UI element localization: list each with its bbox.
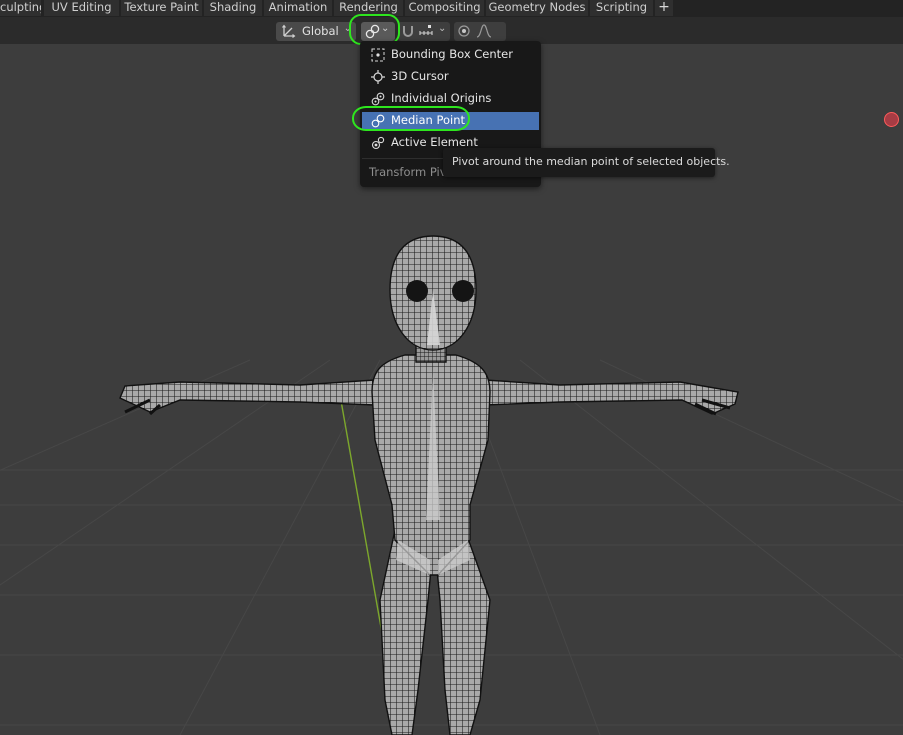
plus-icon: + bbox=[658, 0, 670, 15]
snap-increment-icon[interactable] bbox=[418, 23, 434, 39]
snapping-controls: ⌄ bbox=[398, 22, 450, 41]
3d-cursor-icon bbox=[371, 70, 385, 84]
menu-item-label: Active Element bbox=[391, 135, 478, 149]
tab-animation[interactable]: Animation bbox=[264, 0, 332, 16]
transform-orientation-dropdown[interactable]: Global ⌄ bbox=[276, 22, 356, 41]
right-eye bbox=[452, 280, 474, 302]
add-workspace-button[interactable]: + bbox=[655, 0, 673, 16]
tab-shading[interactable]: Shading bbox=[204, 0, 262, 16]
orientation-label: Global bbox=[302, 24, 339, 38]
snap-toggle-icon[interactable] bbox=[400, 23, 416, 39]
menu-item-label: Bounding Box Center bbox=[391, 47, 513, 61]
tab-label: Texture Paint bbox=[124, 0, 199, 14]
tab-scripting[interactable]: Scripting bbox=[590, 0, 653, 16]
proportional-edit-icon[interactable] bbox=[456, 23, 472, 39]
proportional-editing-controls bbox=[454, 22, 506, 41]
falloff-curve-icon[interactable] bbox=[476, 23, 492, 39]
tab-texture-paint[interactable]: Texture Paint bbox=[121, 0, 202, 16]
bounding-box-center-icon bbox=[371, 48, 385, 62]
navigation-gizmo-y-icon[interactable] bbox=[884, 112, 899, 127]
menu-item-label: Individual Origins bbox=[391, 91, 492, 105]
tooltip-text: Pivot around the median point of selecte… bbox=[452, 155, 730, 168]
tab-label: Animation bbox=[268, 0, 328, 14]
tab-label: Shading bbox=[209, 0, 257, 14]
tooltip: Pivot around the median point of selecte… bbox=[443, 148, 730, 177]
tab-label: Geometry Nodes bbox=[488, 0, 586, 14]
viewport-header: Global ⌄ ⌄ ⌄ bbox=[0, 17, 903, 44]
tab-uv-editing[interactable]: UV Editing bbox=[44, 0, 119, 16]
tab-geometry-nodes[interactable]: Geometry Nodes bbox=[486, 0, 588, 16]
tab-label: Compositing bbox=[408, 0, 481, 14]
active-element-icon bbox=[371, 136, 385, 150]
menu-item-label: 3D Cursor bbox=[391, 69, 449, 83]
menu-item-3d-cursor[interactable]: 3D Cursor bbox=[362, 68, 539, 86]
menu-item-bounding-box-center[interactable]: Bounding Box Center bbox=[362, 46, 539, 64]
transform-orientation-icon bbox=[282, 24, 296, 38]
individual-origins-icon bbox=[371, 92, 385, 106]
tab-label: Scripting bbox=[595, 0, 648, 14]
tab-label: UV Editing bbox=[51, 0, 112, 14]
tab-compositing[interactable]: Compositing bbox=[405, 0, 484, 16]
annotation-highlight-median-point bbox=[352, 106, 470, 131]
tab-label: culpting bbox=[0, 0, 41, 14]
workspace-tab-bar: culpting UV Editing Texture Paint Shadin… bbox=[0, 0, 903, 17]
tab-label: Rendering bbox=[339, 0, 398, 14]
chevron-down-icon[interactable]: ⌄ bbox=[438, 23, 446, 34]
tab-sculpting[interactable]: culpting bbox=[0, 0, 41, 16]
left-eye bbox=[406, 280, 428, 302]
